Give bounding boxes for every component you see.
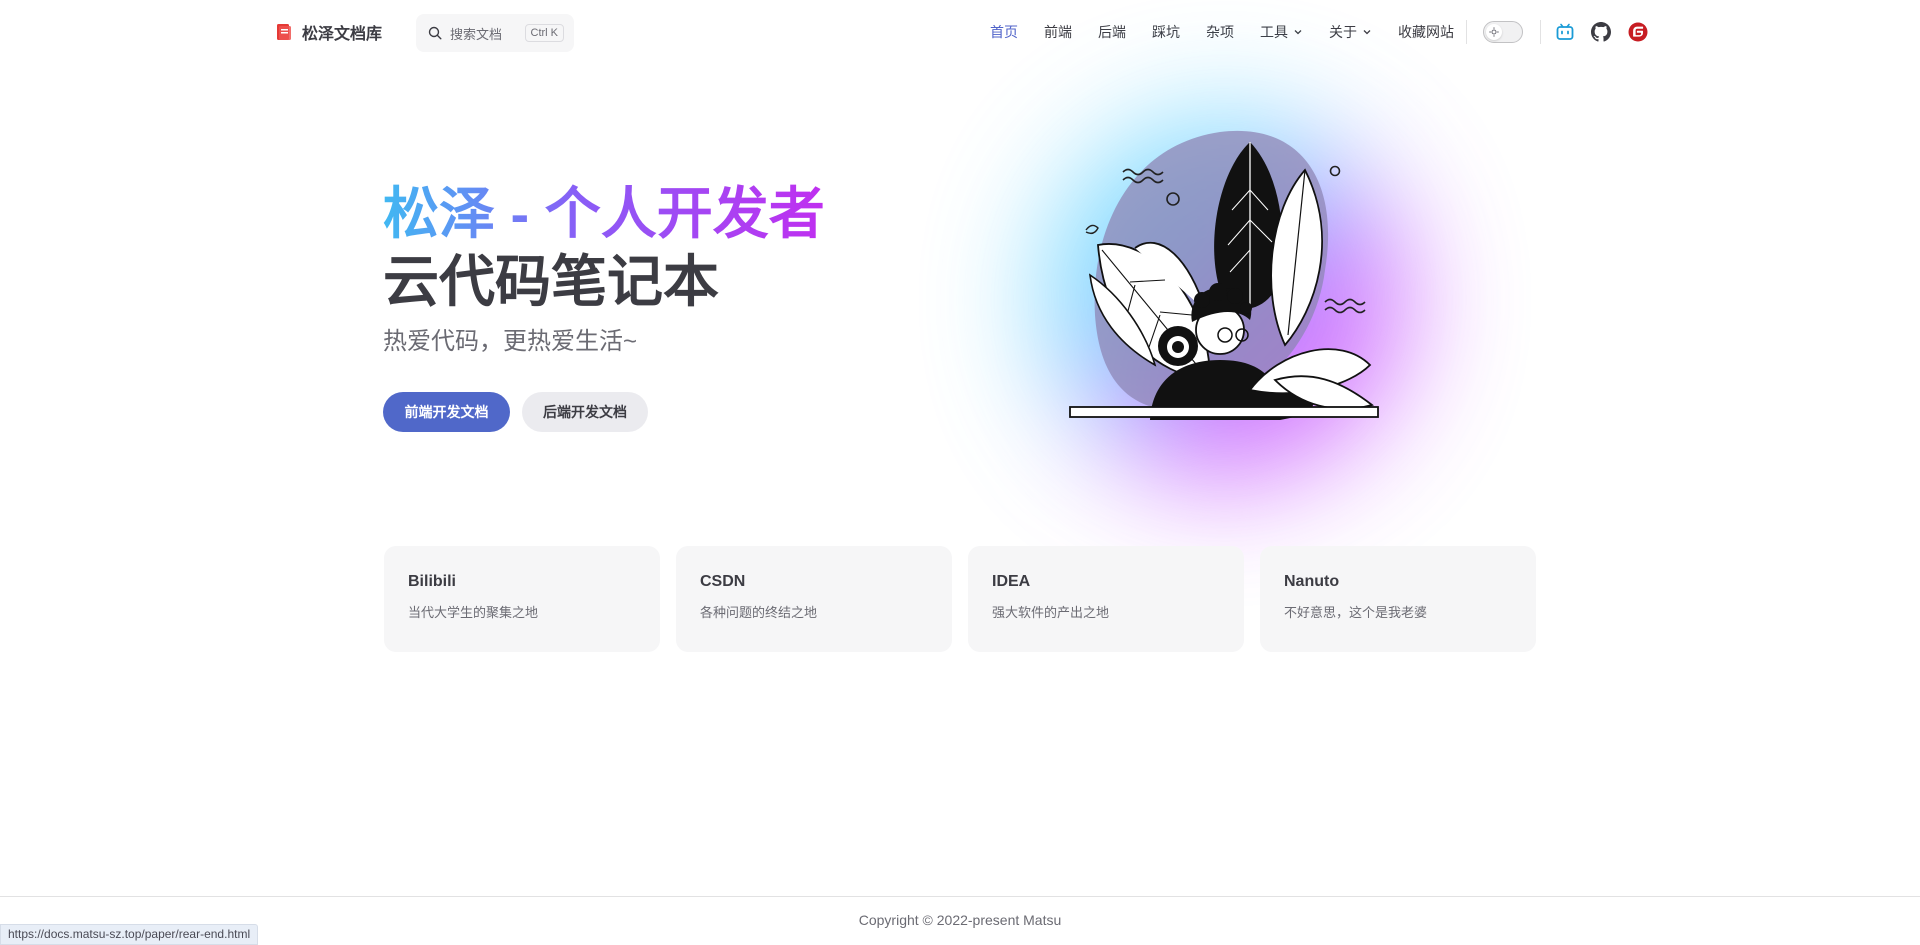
- nav-item-pitfalls[interactable]: 踩坑: [1152, 22, 1180, 42]
- bilibili-icon[interactable]: [1555, 22, 1575, 42]
- feature-description: 强大软件的产出之地: [992, 605, 1110, 620]
- nav-item-label: 关于: [1329, 24, 1357, 40]
- nav-item-label: 踩坑: [1152, 24, 1180, 40]
- nav-item-home[interactable]: 首页: [990, 22, 1018, 42]
- search-shortcut-hint: Ctrl K: [524, 24, 564, 42]
- feature-description: 当代大学生的聚集之地: [408, 605, 539, 620]
- github-icon[interactable]: [1591, 22, 1611, 42]
- nav-item-label: 前端: [1044, 24, 1072, 40]
- nav-item-label: 首页: [990, 24, 1018, 40]
- feature-card-nanuto[interactable]: Nanuto 不好意思，这个是我老婆: [1260, 546, 1536, 652]
- chevron-down-icon: [1363, 30, 1371, 35]
- feature-title: Nanuto: [1284, 573, 1340, 590]
- nav-divider: [1540, 20, 1541, 44]
- nav-menu: 首页 前端 后端 踩坑 杂项 工具 关于 收藏网站: [990, 0, 1454, 64]
- footer-divider: [0, 896, 1920, 897]
- gitee-icon[interactable]: [1628, 22, 1648, 42]
- nav-item-tools-dropdown[interactable]: 工具: [1260, 22, 1303, 42]
- hero-text: 云代码笔记本: [383, 250, 719, 313]
- feature-title: CSDN: [700, 573, 746, 590]
- developer-with-plants-illustration: [1069, 130, 1379, 420]
- site-title: 松泽文档库: [302, 26, 383, 43]
- feature-title: Bilibili: [408, 573, 456, 590]
- feature-description: 各种问题的终结之地: [700, 605, 818, 620]
- nav-item-bookmarks[interactable]: 收藏网站: [1398, 22, 1454, 42]
- nav-item-label: 工具: [1260, 24, 1288, 40]
- frontend-docs-button[interactable]: 前端开发文档: [383, 392, 510, 432]
- feature-description: 不好意思，这个是我老婆: [1284, 605, 1428, 620]
- browser-status-url: https://docs.matsu-sz.top/paper/rear-end…: [0, 924, 259, 945]
- footer-copyright: Copyright © 2022-present Matsu: [858, 912, 1062, 928]
- sun-icon: [1489, 27, 1499, 37]
- book-logo-icon: [277, 24, 291, 40]
- feature-card-bilibili[interactable]: Bilibili 当代大学生的聚集之地: [384, 546, 660, 652]
- hero-tagline: 热爱代码，更热爱生活~: [383, 328, 638, 355]
- feature-cards: Bilibili 当代大学生的聚集之地 CSDN 各种问题的终结之地 IDEA …: [384, 546, 1536, 652]
- feature-card-idea[interactable]: IDEA 强大软件的产出之地: [968, 546, 1244, 652]
- site-brand-link[interactable]: 松泽文档库: [276, 20, 382, 44]
- search-button[interactable]: 搜索文档 Ctrl K: [416, 14, 574, 52]
- nav-item-about-dropdown[interactable]: 关于: [1329, 22, 1372, 42]
- backend-docs-button[interactable]: 后端开发文档: [522, 392, 648, 432]
- top-navbar: 松泽文档库 搜索文档 Ctrl K 首页 前端 后端 踩坑 杂项 工具 关于 收…: [0, 0, 1920, 64]
- hero-name: 松泽 - 个人开发者: [383, 180, 825, 248]
- toggle-knob: [1486, 24, 1502, 40]
- hero-illustration: [920, 60, 1540, 540]
- feature-card-csdn[interactable]: CSDN 各种问题的终结之地: [676, 546, 952, 652]
- search-icon: [428, 26, 442, 40]
- nav-item-label: 收藏网站: [1398, 24, 1454, 40]
- nav-item-label: 杂项: [1206, 24, 1234, 40]
- nav-item-backend[interactable]: 后端: [1098, 22, 1126, 42]
- nav-item-label: 后端: [1098, 24, 1126, 40]
- nav-divider: [1466, 20, 1467, 44]
- nav-item-misc[interactable]: 杂项: [1206, 22, 1234, 42]
- chevron-down-icon: [1294, 30, 1302, 35]
- nav-item-frontend[interactable]: 前端: [1044, 22, 1072, 42]
- feature-title: IDEA: [992, 573, 1031, 590]
- search-placeholder: 搜索文档: [450, 26, 503, 42]
- theme-toggle-switch[interactable]: [1483, 21, 1523, 43]
